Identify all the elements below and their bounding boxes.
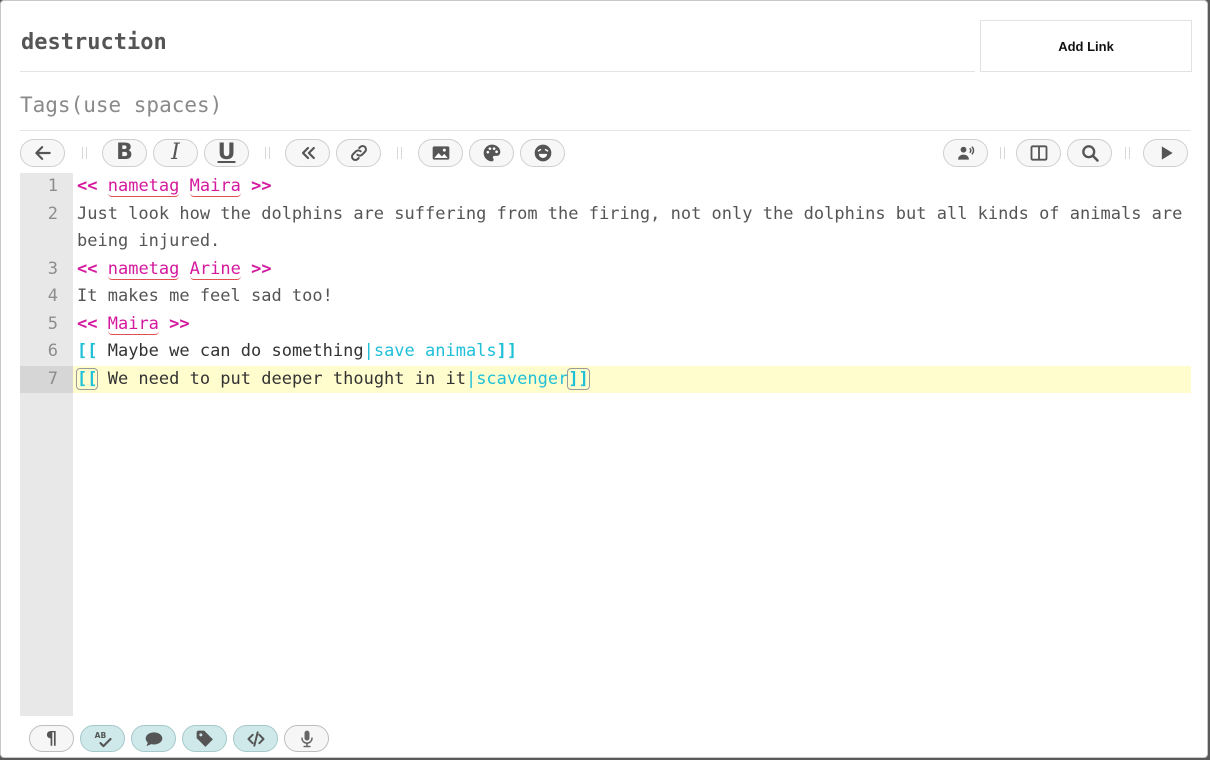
underline-icon: U <box>217 140 236 165</box>
spellcheck-icon: AB <box>94 731 112 747</box>
code-editor[interactable]: 1 << nametag Maira >> 2 Just look how th… <box>20 173 1191 716</box>
link-icon <box>350 145 367 161</box>
tag-icon <box>196 730 213 747</box>
macro-word: nametag <box>107 176 180 197</box>
macro-open: << <box>77 176 98 196</box>
passage-title-field[interactable]: destruction <box>20 25 975 72</box>
link-target: |scavenger <box>465 368 569 389</box>
dictation-toggle[interactable] <box>284 725 329 752</box>
editor-line[interactable]: 2 Just look how the dolphins are sufferi… <box>20 200 1191 256</box>
link-text: We need to put deeper thought in it <box>97 368 466 389</box>
toolbar-separator <box>1125 147 1130 159</box>
color-button[interactable] <box>469 139 514 167</box>
editor-line[interactable]: 3 << nametag Arine >> <box>20 255 1191 284</box>
line-number: 6 <box>20 338 73 366</box>
macro-open: << <box>77 258 98 279</box>
link-text: Maybe we can do something <box>97 341 364 361</box>
macro-close: >> <box>251 176 272 196</box>
show-formatting-toggle[interactable]: ¶ <box>29 725 74 752</box>
macro-word: Maira <box>107 313 159 335</box>
editor-toolbar: B I U <box>20 139 1191 169</box>
line-number: 3 <box>20 255 73 283</box>
toolbar-separator <box>397 147 402 159</box>
macro-word: Maira <box>189 176 241 197</box>
link-close: ]] <box>567 367 590 390</box>
emoji-button[interactable] <box>520 139 565 167</box>
pilcrow-icon: ¶ <box>45 728 58 749</box>
line-content[interactable]: << nametag Maira >> <box>73 173 1191 201</box>
palette-icon <box>483 144 500 162</box>
passage-editor-dialog: destruction Add Link B I U <box>0 0 1208 758</box>
macro-word: Arine <box>189 258 241 280</box>
line-content[interactable]: It makes me feel sad too! <box>73 283 1191 311</box>
back-arrow-icon <box>34 146 51 160</box>
macro-open: << <box>77 313 98 334</box>
line-content[interactable]: Just look how the dolphins are suffering… <box>73 201 1191 256</box>
line-number: 2 <box>20 200 73 228</box>
toolbar-separator <box>82 147 87 159</box>
comment-icon <box>145 731 162 746</box>
play-button[interactable] <box>1143 139 1188 167</box>
emoji-icon <box>534 144 551 162</box>
macro-close: >> <box>251 258 272 279</box>
split-view-icon <box>1030 145 1047 161</box>
tags-field[interactable] <box>20 83 1191 131</box>
link-button[interactable] <box>336 139 381 167</box>
editor-line[interactable]: 4 It makes me feel sad too! <box>20 283 1191 311</box>
editor-line[interactable]: 6 [[ Maybe we can do something|save anim… <box>20 338 1191 366</box>
toolbar-separator <box>1000 147 1005 159</box>
bold-button[interactable]: B <box>102 139 147 167</box>
speaker-icon <box>957 146 974 160</box>
speak-button[interactable] <box>943 139 988 167</box>
search-button[interactable] <box>1067 139 1112 167</box>
macro-button[interactable] <box>285 139 330 167</box>
link-open: [[ <box>77 341 98 361</box>
add-link-button[interactable]: Add Link <box>980 20 1192 72</box>
passage-title[interactable]: destruction <box>21 30 167 55</box>
link-target: |save animals <box>363 341 497 361</box>
spellcheck-toggle[interactable]: AB <box>80 725 125 752</box>
editor-line[interactable]: 5 << Maira >> <box>20 310 1191 339</box>
svg-text:AB: AB <box>94 731 106 740</box>
macro-close: >> <box>169 313 190 334</box>
link-open: [[ <box>75 367 99 390</box>
toolbar-separator <box>265 147 270 159</box>
play-icon <box>1161 146 1173 160</box>
image-icon <box>432 146 449 160</box>
line-content[interactable]: << Maira >> <box>73 311 1191 339</box>
line-content[interactable]: [[ We need to put deeper thought in it|s… <box>73 365 1191 393</box>
line-number: 4 <box>20 283 73 311</box>
italic-icon: I <box>171 140 180 165</box>
search-icon <box>1081 145 1099 162</box>
editor-line[interactable]: 1 << nametag Maira >> <box>20 173 1191 201</box>
line-number: 5 <box>20 310 73 338</box>
line-content[interactable]: << nametag Arine >> <box>73 256 1191 284</box>
microphone-icon <box>300 730 313 747</box>
italic-button[interactable]: I <box>153 139 198 167</box>
editor-lines: 1 << nametag Maira >> 2 Just look how th… <box>20 173 1191 393</box>
image-button[interactable] <box>418 139 463 167</box>
double-chevron-left-icon <box>301 146 315 160</box>
comment-toggle[interactable] <box>131 725 176 752</box>
editor-line-active[interactable]: 7 [[ We need to put deeper thought in it… <box>20 365 1191 393</box>
bold-icon: B <box>116 140 133 165</box>
macro-word: nametag <box>107 258 180 280</box>
tags-input[interactable] <box>20 87 620 123</box>
back-button[interactable] <box>20 139 65 167</box>
split-view-button[interactable] <box>1016 139 1061 167</box>
code-icon <box>247 730 264 747</box>
tag-toggle[interactable] <box>182 725 227 752</box>
line-content[interactable]: [[ Maybe we can do something|save animal… <box>73 338 1191 366</box>
line-number: 1 <box>20 173 73 201</box>
line-number: 7 <box>20 365 73 393</box>
code-toggle[interactable] <box>233 725 278 752</box>
underline-button[interactable]: U <box>204 139 249 167</box>
link-close: ]] <box>496 341 518 361</box>
